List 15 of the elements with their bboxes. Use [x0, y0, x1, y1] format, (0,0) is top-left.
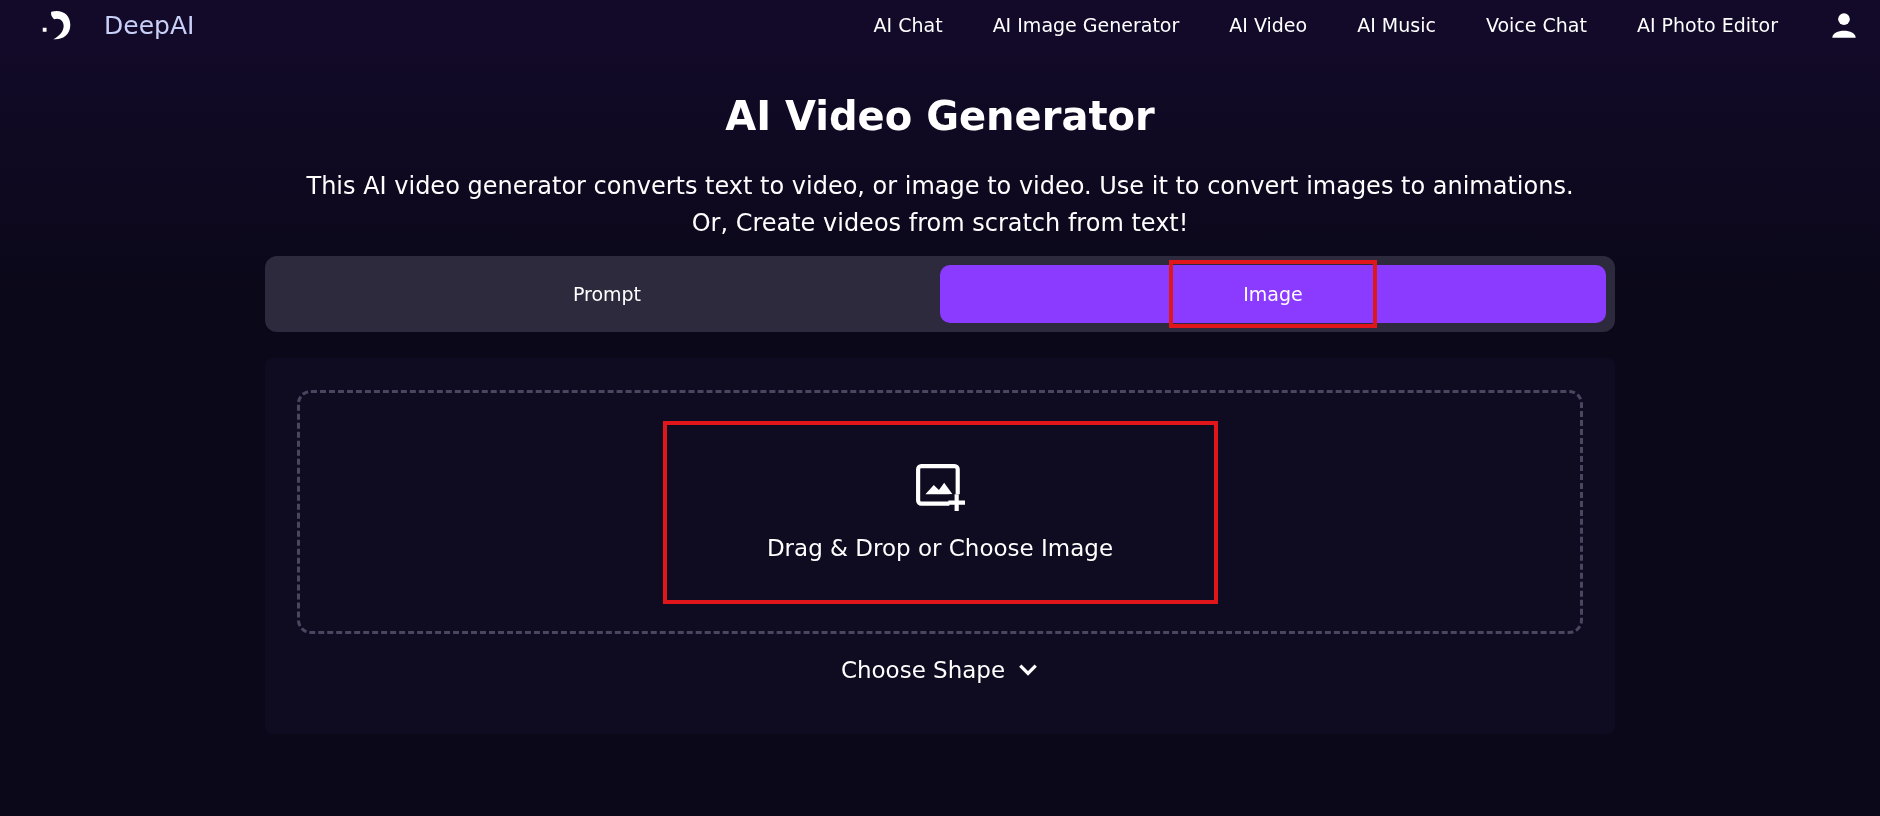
user-icon[interactable]: [1830, 11, 1858, 39]
nav-link[interactable]: AI Photo Editor: [1636, 14, 1778, 36]
nav-link[interactable]: AI Chat: [873, 14, 943, 36]
add-image-icon: [915, 463, 965, 513]
nav-link[interactable]: AI Image Generator: [992, 14, 1180, 36]
page-description: This AI video generator converts text to video, or image to video. Use it to convert images to animations. Or, Create videos from scratch from text!: [305, 171, 1575, 239]
page-title: AI Video Generator: [725, 96, 1155, 136]
brand-name[interactable]: DeepAI: [104, 10, 195, 40]
drop-zone[interactable]: Drag & Drop or Choose Image: [297, 390, 1583, 634]
mode-tab[interactable]: Prompt: [274, 265, 940, 323]
nav-link[interactable]: Voice Chat: [1485, 14, 1587, 36]
choose-shape-toggle[interactable]: Choose Shape: [834, 656, 1046, 684]
nav-link[interactable]: AI Video: [1229, 14, 1308, 36]
upload-label: Drag & Drop or Choose Image: [766, 535, 1114, 561]
nav-link[interactable]: AI Music: [1357, 14, 1436, 36]
